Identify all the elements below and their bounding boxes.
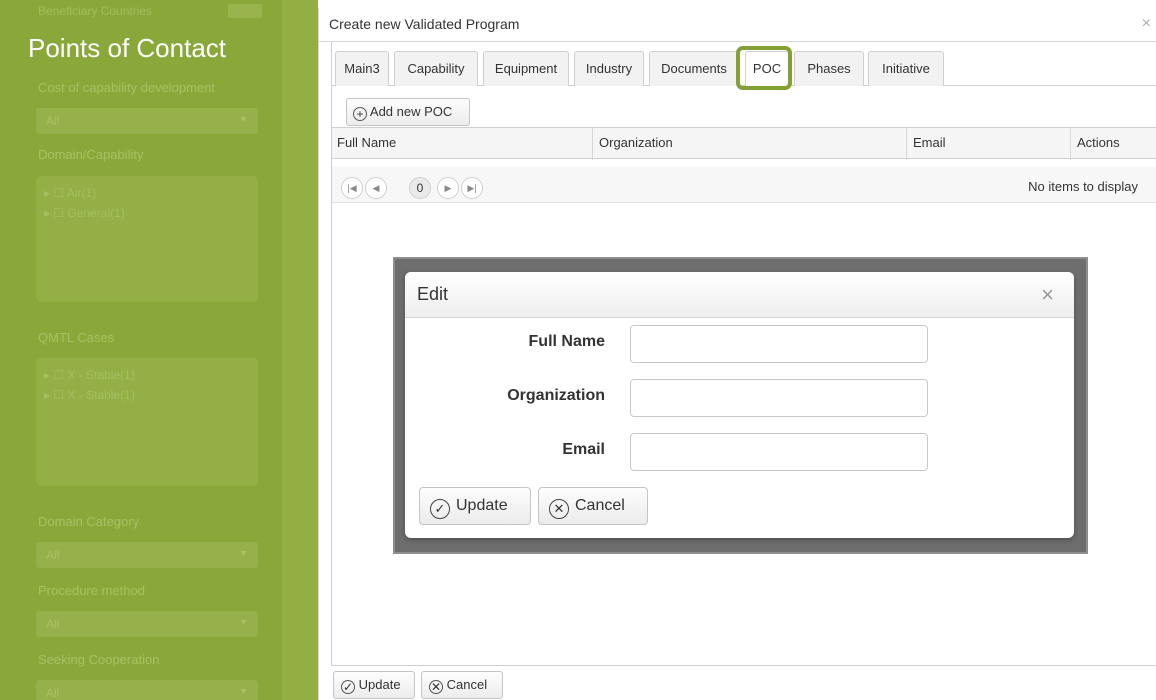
content-panel-left-border — [331, 42, 332, 666]
plus-circle-icon: + — [353, 107, 367, 121]
add-new-poc-label: Add new POC — [369, 104, 453, 119]
grid-header: Full Name Organization Email Actions — [331, 127, 1156, 160]
previous-page-icon[interactable]: ◀ — [365, 177, 387, 199]
edit-popup: Edit × Full Name Organization Email ✓ Upd… — [405, 272, 1074, 538]
tree-item[interactable]: ▸ ☐ Air(1) — [44, 186, 96, 200]
tab-highlight-ring — [736, 46, 792, 90]
edit-popup-title: Edit — [417, 284, 449, 304]
chevron-down-icon: ▼ — [239, 617, 248, 627]
popup-cancel-label: Cancel — [575, 497, 625, 514]
email-label: Email — [562, 441, 605, 458]
filter-select-cost[interactable]: All ▼ — [36, 108, 258, 134]
window-titlebar: Create new Validated Program × — [319, 8, 1156, 42]
x-circle-icon: ✕ — [549, 499, 569, 519]
close-icon[interactable]: × — [1142, 16, 1151, 32]
chevron-down-icon: ▼ — [239, 548, 248, 558]
tree-item[interactable]: ▸ ☐ General(1) — [44, 206, 125, 220]
check-circle-icon: ✓ — [341, 680, 355, 694]
edit-popup-titlebar: Edit × — [405, 272, 1074, 318]
full-name-label: Full Name — [528, 333, 605, 350]
current-page[interactable]: 0 — [409, 177, 431, 199]
chevron-down-icon: ▼ — [239, 114, 248, 124]
tab-main3[interactable]: Main3 — [335, 51, 389, 86]
full-name-input[interactable] — [630, 325, 928, 363]
filter-select-domain-category[interactable]: All ▼ — [36, 542, 258, 568]
sidebar-header-text: Beneficiary Countries — [38, 4, 153, 18]
column-header-email[interactable]: Email — [907, 128, 1071, 160]
footer-update-label: Update — [358, 677, 401, 692]
points-of-contact-title: Points of Contact — [24, 32, 230, 64]
footer-cancel-button[interactable]: ✕ Cancel — [421, 671, 503, 699]
last-page-icon[interactable]: ▶| — [461, 177, 483, 199]
filter-select-value: All — [46, 617, 60, 631]
filter-select-seeking-cooperation[interactable]: All ▼ — [36, 680, 258, 700]
filter-sidebar: Beneficiary Countries Points of Contact … — [0, 0, 318, 700]
add-new-poc-button[interactable]: + Add new POC — [346, 98, 470, 126]
organization-label: Organization — [507, 387, 605, 404]
filter-label-domain-category: Domain Category — [38, 514, 140, 529]
filter-tree-qmtl[interactable]: ▸ ☐ X - Stable(1) ▸ ☐ X - Stable(1) — [36, 358, 258, 486]
filter-label-cost: Cost of capability development — [38, 80, 216, 95]
tab-equipment[interactable]: Equipment — [483, 51, 569, 86]
footer-cancel-label: Cancel — [446, 677, 488, 692]
content-panel-bottom-border — [331, 665, 1156, 666]
filter-label-qmtl: QMTL Cases — [38, 330, 115, 345]
footer-update-button[interactable]: ✓ Update — [333, 671, 415, 699]
check-circle-icon: ✓ — [430, 499, 450, 519]
popup-update-label: Update — [456, 497, 508, 514]
no-items-message: No items to display — [1028, 179, 1138, 194]
filter-tree-domain-capability[interactable]: ▸ ☐ Air(1) ▸ ☐ General(1) — [36, 176, 258, 302]
filter-select-procedure[interactable]: All ▼ — [36, 611, 258, 637]
next-page-icon[interactable]: ▶ — [437, 177, 459, 199]
popup-update-button[interactable]: ✓ Update — [419, 487, 531, 525]
column-header-full-name[interactable]: Full Name — [331, 128, 593, 160]
chevron-down-icon: ▼ — [239, 686, 248, 696]
sidebar-strip — [282, 0, 318, 700]
tree-item-label: X - Stable(1) — [67, 388, 135, 402]
email-input[interactable] — [630, 433, 928, 471]
tab-industry[interactable]: Industry — [574, 51, 644, 86]
filter-label-domain-capability: Domain/Capability — [38, 147, 144, 162]
tab-documents[interactable]: Documents — [649, 51, 739, 86]
tree-item[interactable]: ▸ ☐ X - Stable(1) — [44, 388, 135, 402]
tree-item[interactable]: ▸ ☐ X - Stable(1) — [44, 368, 135, 382]
tree-item-label: Air(1) — [66, 186, 97, 200]
tab-phases[interactable]: Phases — [794, 51, 864, 86]
tree-item-label: General(1) — [67, 206, 125, 220]
close-icon[interactable]: × — [1041, 282, 1054, 308]
first-page-icon[interactable]: |◀ — [341, 177, 363, 199]
popup-cancel-button[interactable]: ✕ Cancel — [538, 487, 648, 525]
filter-label-seeking-cooperation: Seeking Cooperation — [38, 652, 160, 667]
filter-select-value: All — [46, 114, 60, 128]
column-header-actions: Actions — [1077, 135, 1120, 150]
filter-select-value: All — [46, 548, 60, 562]
filter-label-procedure: Procedure method — [38, 583, 145, 598]
sidebar-header-button[interactable] — [228, 4, 262, 18]
grid-pager: |◀ ◀ 0 ▶ ▶| No items to display — [331, 167, 1156, 203]
column-header-organization[interactable]: Organization — [593, 128, 907, 160]
window-title: Create new Validated Program — [329, 16, 520, 32]
tab-initiative[interactable]: Initiative — [868, 51, 944, 86]
x-circle-icon: ✕ — [429, 680, 443, 694]
tab-capability[interactable]: Capability — [394, 51, 478, 86]
filter-select-value: All — [46, 686, 60, 700]
tree-item-label: X - Stable(1) — [67, 368, 135, 382]
organization-input[interactable] — [630, 379, 928, 417]
